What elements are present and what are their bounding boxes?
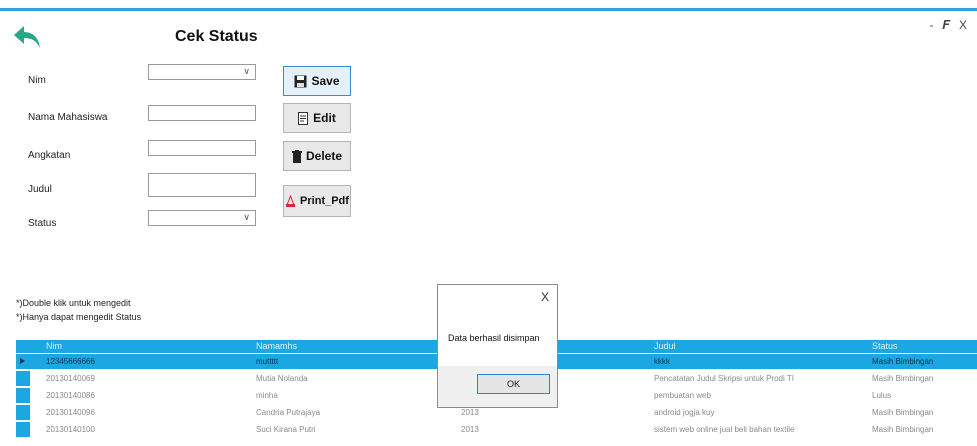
print-pdf-button-label: Print_Pdf bbox=[300, 195, 349, 207]
note-double-click: *)Double klik untuk mengedit bbox=[16, 298, 131, 308]
angkatan-label: Angkatan bbox=[28, 150, 71, 161]
column-header-judul[interactable]: Judul bbox=[654, 341, 676, 351]
nama-mahasiswa-field[interactable] bbox=[148, 105, 256, 121]
cell-status: Masih Bimbingan bbox=[872, 357, 934, 366]
cell-nama: Mutia Nolanda bbox=[256, 374, 308, 383]
cell-status: Lulus bbox=[872, 391, 892, 400]
nama-mahasiswa-label: Nama Mahasiswa bbox=[28, 112, 108, 123]
row-header bbox=[16, 405, 30, 420]
row-selector-arrow-icon bbox=[16, 354, 30, 369]
trash-icon bbox=[291, 149, 302, 163]
floppy-disk-icon bbox=[294, 75, 307, 87]
cell-nama: minha bbox=[256, 391, 278, 400]
dialog-footer: OK bbox=[438, 366, 557, 407]
cell-judul: sistem web online jual beli bahan textil… bbox=[654, 425, 795, 434]
nim-combobox[interactable]: ∨ bbox=[148, 64, 256, 80]
minimize-button[interactable]: - bbox=[929, 18, 933, 33]
dialog-message: Data berhasil disimpan bbox=[448, 333, 540, 343]
chevron-down-icon: ∨ bbox=[243, 212, 250, 222]
save-button[interactable]: Save bbox=[283, 66, 351, 96]
cell-nim: 20130140086 bbox=[46, 391, 95, 400]
nim-label: Nim bbox=[28, 75, 46, 86]
page-title: Cek Status bbox=[175, 28, 258, 45]
edit-button[interactable]: Edit bbox=[283, 103, 351, 133]
note-status-only: *)Hanya dapat mengedit Status bbox=[16, 312, 142, 322]
message-dialog: X Data berhasil disimpan OK bbox=[437, 284, 558, 408]
row-header bbox=[16, 371, 30, 386]
status-combobox[interactable]: ∨ bbox=[148, 210, 256, 226]
print-pdf-button[interactable]: Print_Pdf bbox=[283, 185, 351, 217]
column-header-status[interactable]: Status bbox=[872, 341, 898, 351]
status-label: Status bbox=[28, 218, 57, 229]
cell-nama: Candria Putrajaya bbox=[256, 408, 321, 417]
table-row[interactable]: 20130140100 Suci Kirana Putri 2013 siste… bbox=[16, 422, 977, 437]
ok-button[interactable]: OK bbox=[477, 374, 550, 394]
cell-judul: android jogja kuy bbox=[654, 408, 715, 417]
cell-angkatan: 2013 bbox=[461, 408, 479, 417]
cell-status: Masih Bimbingan bbox=[872, 374, 934, 383]
pdf-file-icon bbox=[286, 194, 296, 207]
delete-button-label: Delete bbox=[305, 149, 343, 163]
cell-status: Masih Bimbingan bbox=[872, 408, 934, 417]
back-arrow-icon[interactable] bbox=[12, 24, 42, 50]
row-header bbox=[16, 422, 30, 437]
cell-nim: 20130140069 bbox=[46, 374, 95, 383]
edit-button-label: Edit bbox=[313, 111, 336, 125]
chevron-down-icon: ∨ bbox=[243, 66, 250, 76]
cell-nama: muttttt bbox=[256, 357, 279, 366]
delete-button[interactable]: Delete bbox=[283, 141, 351, 171]
cell-status: Masih Bimbingan bbox=[872, 425, 934, 434]
judul-label: Judul bbox=[28, 184, 52, 195]
maximize-button[interactable]: 𝑭 bbox=[942, 18, 950, 33]
angkatan-field[interactable] bbox=[148, 140, 256, 156]
close-window-button[interactable]: X bbox=[959, 18, 967, 33]
window-top-accent bbox=[0, 8, 977, 11]
cell-nim: 12345666666 bbox=[46, 357, 95, 366]
row-header bbox=[16, 388, 30, 403]
cell-nim: 20130140100 bbox=[46, 425, 95, 434]
cell-judul: kkkk bbox=[654, 357, 670, 366]
column-header-nim[interactable]: Nim bbox=[46, 341, 62, 351]
window-controls: - 𝑭 X bbox=[929, 18, 967, 33]
save-button-label: Save bbox=[311, 74, 340, 88]
cell-nama: Suci Kirana Putri bbox=[256, 425, 316, 434]
document-edit-icon bbox=[298, 111, 309, 125]
cell-judul: Pencatatan Judul Skripsi untuk Prodi TI bbox=[654, 374, 794, 383]
cell-nim: 20130140096 bbox=[46, 408, 95, 417]
cell-judul: pembuatan web bbox=[654, 391, 711, 400]
dialog-close-button[interactable]: X bbox=[541, 290, 549, 304]
column-header-namamhs[interactable]: Namamhs bbox=[256, 341, 297, 351]
cell-angkatan: 2013 bbox=[461, 425, 479, 434]
judul-field[interactable] bbox=[148, 173, 256, 197]
